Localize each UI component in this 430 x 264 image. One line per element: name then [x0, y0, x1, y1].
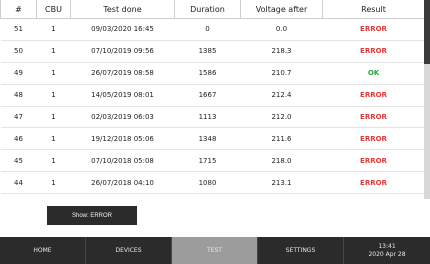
- cell-number: 46: [0, 127, 37, 151]
- test-results-table-container: # CBU Test done Duration Voltage after R…: [0, 0, 424, 199]
- column-header-result: Result: [322, 0, 424, 19]
- table-row[interactable]: 45 1 07/10/2018 05:08 1715 218.0 ERROR: [0, 149, 424, 173]
- scrollbar-thumb[interactable]: [424, 0, 430, 64]
- clock-date: 2020 Apr 28: [368, 250, 406, 258]
- cell-cbu: 1: [36, 18, 71, 41]
- cell-cbu: 1: [36, 149, 71, 173]
- cell-test-done: 07/10/2018 05:08: [70, 149, 175, 173]
- cell-cbu: 1: [36, 40, 71, 63]
- cell-number: 51: [0, 18, 37, 41]
- cell-voltage-after: 0.0: [240, 18, 323, 41]
- cell-cbu: 1: [36, 84, 71, 107]
- nav-settings[interactable]: SETTINGS: [258, 237, 344, 264]
- table-scrollbar[interactable]: [424, 0, 430, 199]
- table-row[interactable]: 47 1 02/03/2019 06:03 1113 212.0 ERROR: [0, 106, 424, 129]
- test-history-screen: # CBU Test done Duration Voltage after R…: [0, 0, 430, 264]
- cell-test-done: 02/03/2019 06:03: [70, 106, 175, 129]
- cell-result: ERROR: [322, 171, 424, 195]
- cell-voltage-after: 218.0: [240, 149, 323, 173]
- cell-voltage-after: 213.1: [240, 171, 323, 195]
- cell-duration: 1586: [174, 62, 241, 85]
- table-row[interactable]: 44 1 26/07/2018 04:10 1080 213.1 ERROR: [0, 171, 424, 195]
- cell-test-done: 09/03/2020 16:45: [70, 18, 175, 41]
- cell-voltage-after: 212.4: [240, 84, 323, 107]
- cell-test-done: 26/07/2018 04:10: [70, 171, 175, 195]
- cell-number: 47: [0, 106, 37, 129]
- table-row[interactable]: 48 1 14/05/2019 08:01 1667 212.4 ERROR: [0, 84, 424, 107]
- cell-voltage-after: 218.3: [240, 40, 323, 63]
- cell-duration: 1113: [174, 106, 241, 129]
- cell-cbu: 1: [36, 127, 71, 151]
- cell-test-done: 26/07/2019 08:58: [70, 62, 175, 85]
- column-header-duration: Duration: [174, 0, 241, 19]
- cell-number: 50: [0, 40, 37, 63]
- cell-result: ERROR: [322, 40, 424, 63]
- cell-cbu: 1: [36, 106, 71, 129]
- nav-test[interactable]: TEST: [172, 237, 258, 264]
- cell-result: ERROR: [322, 84, 424, 107]
- test-results-table: # CBU Test done Duration Voltage after R…: [0, 0, 424, 195]
- cell-number: 48: [0, 84, 37, 107]
- cell-result: ERROR: [322, 127, 424, 151]
- cell-duration: 1385: [174, 40, 241, 63]
- column-header-number: #: [0, 0, 37, 19]
- cell-test-done: 07/10/2019 09:56: [70, 40, 175, 63]
- clock-time: 13:41: [378, 242, 396, 250]
- cell-result: ERROR: [322, 18, 424, 41]
- column-header-cbu: CBU: [36, 0, 71, 19]
- table-row[interactable]: 51 1 09/03/2020 16:45 0 0.0 ERROR: [0, 18, 424, 41]
- cell-cbu: 1: [36, 62, 71, 85]
- cell-number: 45: [0, 149, 37, 173]
- cell-voltage-after: 210.7: [240, 62, 323, 85]
- table-row[interactable]: 50 1 07/10/2019 09:56 1385 218.3 ERROR: [0, 40, 424, 63]
- table-row[interactable]: 49 1 26/07/2019 08:58 1586 210.7 OK: [0, 62, 424, 85]
- cell-result: ERROR: [322, 106, 424, 129]
- show-filter-button[interactable]: Show: ERROR: [47, 206, 137, 225]
- cell-duration: 1080: [174, 171, 241, 195]
- clock-display: 13:41 2020 Apr 28: [344, 237, 430, 264]
- cell-number: 49: [0, 62, 37, 85]
- cell-test-done: 14/05/2019 08:01: [70, 84, 175, 107]
- cell-duration: 1715: [174, 149, 241, 173]
- cell-test-done: 19/12/2018 05:06: [70, 127, 175, 151]
- column-header-voltage-after: Voltage after: [240, 0, 323, 19]
- cell-voltage-after: 212.0: [240, 106, 323, 129]
- cell-number: 44: [0, 171, 37, 195]
- cell-duration: 0: [174, 18, 241, 41]
- table-row[interactable]: 46 1 19/12/2018 05:06 1348 211.6 ERROR: [0, 127, 424, 151]
- column-header-test-done: Test done: [70, 0, 175, 19]
- nav-devices[interactable]: DEVICES: [86, 237, 172, 264]
- bottom-navigation: HOME DEVICES TEST SETTINGS 13:41 2020 Ap…: [0, 237, 430, 264]
- nav-home[interactable]: HOME: [0, 237, 86, 264]
- cell-cbu: 1: [36, 171, 71, 195]
- cell-duration: 1348: [174, 127, 241, 151]
- cell-result: OK: [322, 62, 424, 85]
- table-header-row: # CBU Test done Duration Voltage after R…: [0, 0, 424, 19]
- cell-result: ERROR: [322, 149, 424, 173]
- cell-voltage-after: 211.6: [240, 127, 323, 151]
- table-body: 51 1 09/03/2020 16:45 0 0.0 ERROR 50 1 07/10/201…: [0, 18, 424, 195]
- cell-duration: 1667: [174, 84, 241, 107]
